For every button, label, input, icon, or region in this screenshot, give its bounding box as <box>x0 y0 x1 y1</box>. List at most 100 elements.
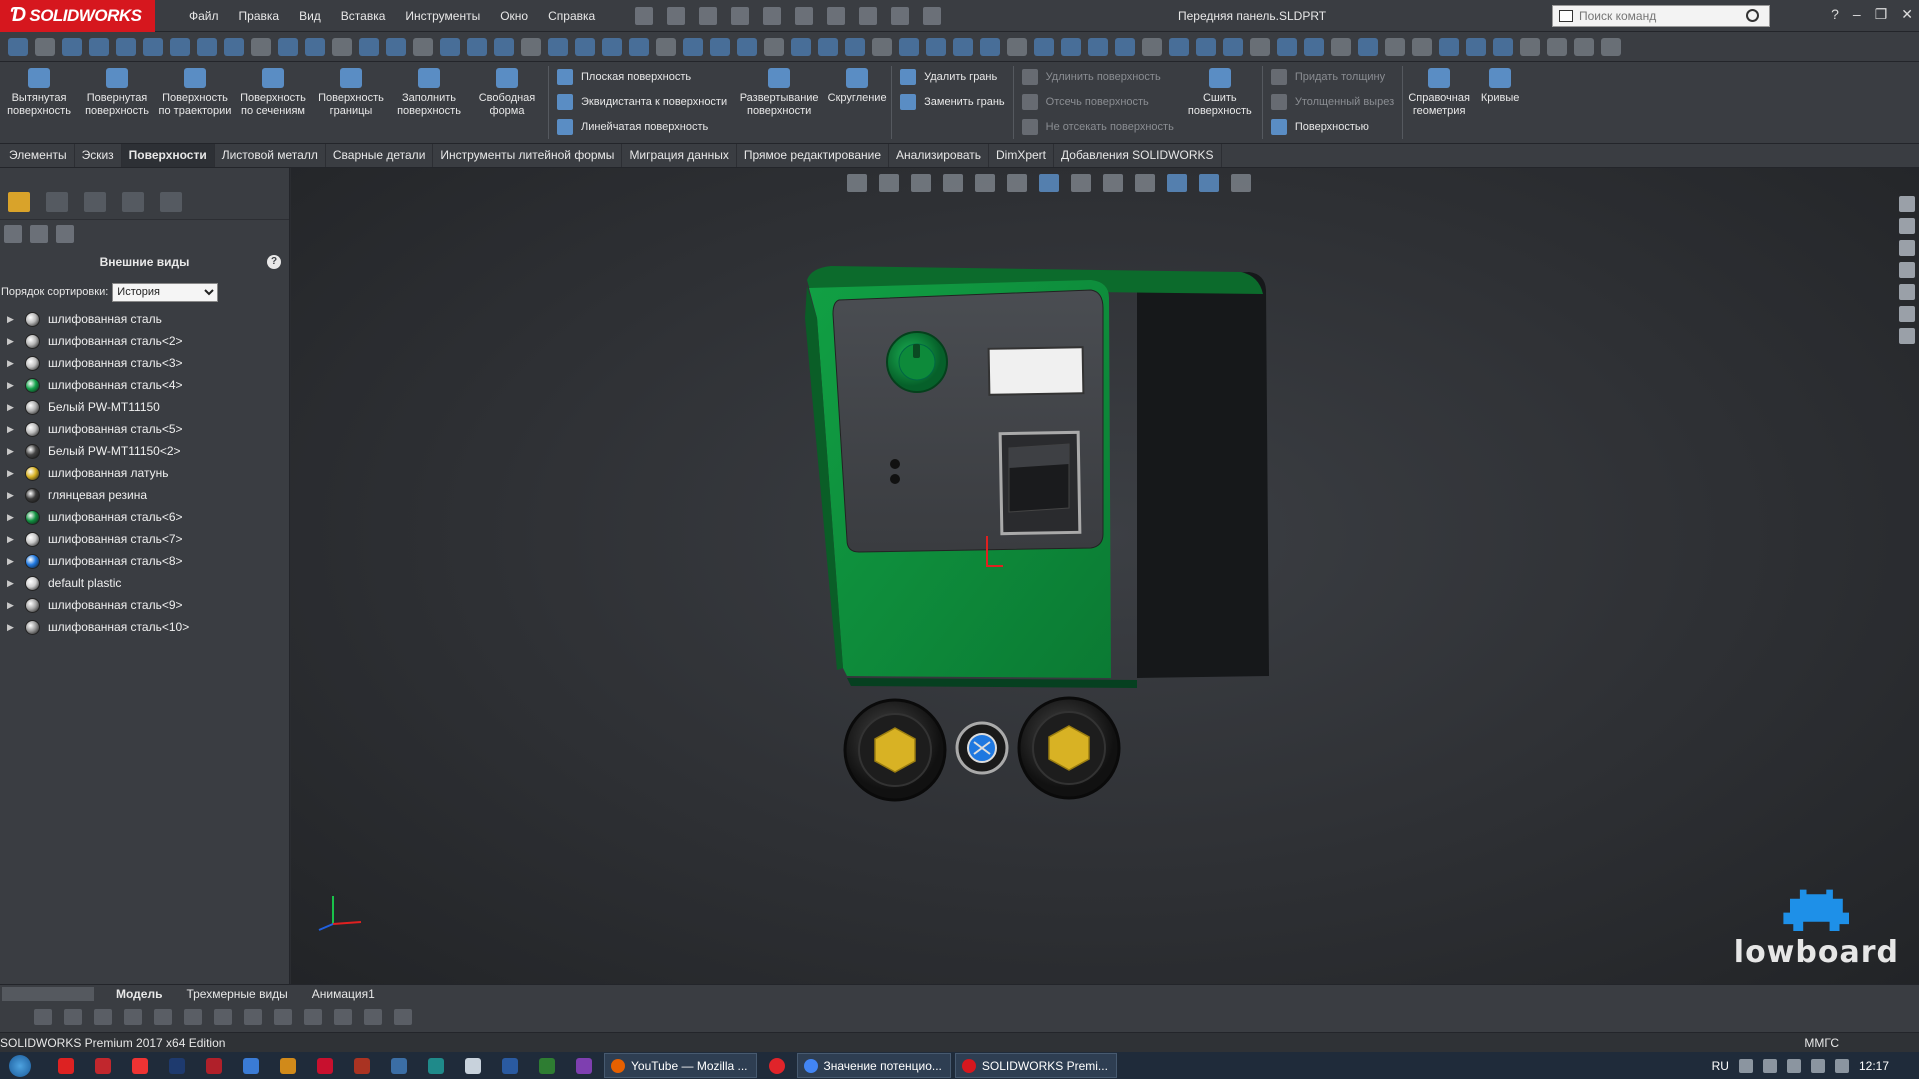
tool-icon[interactable] <box>467 37 487 56</box>
tool-icon[interactable] <box>1142 37 1162 56</box>
swept-surface-button[interactable]: Поверхность по траектории <box>156 62 234 143</box>
tool-icon[interactable] <box>1061 37 1081 56</box>
feature-tree-icon[interactable] <box>46 191 68 212</box>
fillet-button[interactable]: Скругление <box>825 62 889 143</box>
tool-icon[interactable] <box>1196 37 1216 56</box>
decals-icon[interactable] <box>30 225 48 243</box>
flag-icon[interactable] <box>1834 1058 1849 1073</box>
expand-arrow-icon[interactable]: ▶ <box>7 336 15 347</box>
app-icon[interactable] <box>428 1057 444 1074</box>
tool-icon[interactable] <box>89 37 109 56</box>
tool-icon[interactable] <box>62 37 82 56</box>
tab-model[interactable]: Модель <box>104 987 174 1001</box>
close-icon[interactable]: ✕ <box>1901 6 1913 23</box>
tool-icon[interactable] <box>521 37 541 56</box>
tool-icon[interactable] <box>1304 37 1324 56</box>
tool-icon[interactable] <box>143 37 163 56</box>
list-item[interactable]: ▶ шлифованная сталь<3> <box>0 352 289 374</box>
taskbar-task-solidworks[interactable]: SOLIDWORKS Premi... <box>954 1053 1117 1078</box>
units-selector[interactable]: ММГС <box>1804 1036 1839 1050</box>
tab-addins[interactable]: Добавления SOLIDWORKS <box>1054 144 1222 167</box>
tool-icon[interactable] <box>1574 37 1594 56</box>
tool-icon[interactable] <box>332 37 352 56</box>
app-icon[interactable] <box>354 1057 370 1074</box>
planar-surface-button[interactable]: Плоская поверхность <box>557 68 727 86</box>
clock[interactable]: 12:17 <box>1859 1059 1889 1073</box>
tool-icon[interactable] <box>1412 37 1432 56</box>
tab-data-migration[interactable]: Миграция данных <box>622 144 737 167</box>
tool-icon[interactable] <box>683 37 703 56</box>
app-icon[interactable] <box>280 1057 296 1074</box>
filled-surface-button[interactable]: Заполнить поверхность <box>390 62 468 143</box>
minimize-icon[interactable]: – <box>1853 6 1861 23</box>
list-item[interactable]: ▶ шлифованная сталь<10> <box>0 616 289 638</box>
offset-surface-button[interactable]: Эквидистанта к поверхности <box>557 93 727 111</box>
list-item[interactable]: ▶ шлифованная сталь<6> <box>0 506 289 528</box>
tool-icon[interactable] <box>8 37 28 56</box>
tool-icon[interactable] <box>1115 37 1135 56</box>
design-library-icon[interactable] <box>1899 218 1915 234</box>
menu-view[interactable]: Вид <box>289 9 331 23</box>
tool-icon[interactable] <box>274 1009 292 1025</box>
opera-icon[interactable] <box>768 1057 785 1074</box>
tool-icon[interactable] <box>244 1009 262 1025</box>
file-explorer-icon[interactable] <box>1899 240 1915 256</box>
save-icon[interactable] <box>731 6 750 25</box>
tool-icon[interactable] <box>737 37 757 56</box>
menu-window[interactable]: Окно <box>490 9 538 23</box>
expand-arrow-icon[interactable]: ▶ <box>7 534 15 545</box>
tool-icon[interactable] <box>1223 37 1243 56</box>
sort-select[interactable]: История <box>112 282 219 302</box>
list-item[interactable]: ▶ Белый PW-MT11150 <box>0 396 289 418</box>
app-icon[interactable] <box>243 1057 259 1074</box>
app-icon[interactable] <box>58 1057 74 1074</box>
revolved-surface-button[interactable]: Повернутая поверхность <box>78 62 156 143</box>
tool-icon[interactable] <box>575 37 595 56</box>
ruled-surface-button[interactable]: Линейчатая поверхность <box>557 118 727 136</box>
menu-tools[interactable]: Инструменты <box>395 9 490 23</box>
expand-arrow-icon[interactable]: ▶ <box>7 402 15 413</box>
tool-icon[interactable] <box>116 37 136 56</box>
list-item[interactable]: ▶ шлифованная сталь<4> <box>0 374 289 396</box>
tab-weldments[interactable]: Сварные детали <box>326 144 434 167</box>
boundary-surface-button[interactable]: Поверхность границы <box>312 62 390 143</box>
tool-icon[interactable] <box>197 37 217 56</box>
expand-arrow-icon[interactable]: ▶ <box>7 314 15 325</box>
list-item[interactable]: ▶ шлифованная сталь<2> <box>0 330 289 352</box>
untrim-surface-button[interactable]: Не отсекать поверхность <box>1021 118 1174 136</box>
tool-icon[interactable] <box>440 37 460 56</box>
reference-geometry-button[interactable]: Справочная геометрия <box>1405 62 1473 143</box>
tool-icon[interactable] <box>845 37 865 56</box>
expand-arrow-icon[interactable]: ▶ <box>7 490 15 501</box>
list-item[interactable]: ▶ шлифованная сталь<7> <box>0 528 289 550</box>
tab-animation[interactable]: Анимация1 <box>300 987 387 1001</box>
expand-arrow-icon[interactable]: ▶ <box>7 578 15 589</box>
tool-icon[interactable] <box>791 37 811 56</box>
open-icon[interactable] <box>699 6 718 25</box>
view-palette-icon[interactable] <box>1899 262 1915 278</box>
menu-insert[interactable]: Вставка <box>331 9 396 23</box>
tab-evaluate[interactable]: Анализировать <box>889 144 989 167</box>
tool-icon[interactable] <box>124 1009 142 1025</box>
tool-icon[interactable] <box>926 37 946 56</box>
list-item[interactable]: ▶ Белый PW-MT11150<2> <box>0 440 289 462</box>
tool-icon[interactable] <box>214 1009 232 1025</box>
tool-icon[interactable] <box>184 1009 202 1025</box>
forum-icon[interactable] <box>1899 328 1915 344</box>
expand-arrow-icon[interactable]: ▶ <box>7 622 15 633</box>
tab-direct-editing[interactable]: Прямое редактирование <box>737 144 890 167</box>
custom-properties-icon[interactable] <box>1899 306 1915 322</box>
knit-surface-button[interactable]: Сшить поверхность <box>1180 62 1260 143</box>
expand-arrow-icon[interactable]: ▶ <box>7 468 15 479</box>
tool-icon[interactable] <box>34 1009 52 1025</box>
expand-arrow-icon[interactable]: ▶ <box>7 358 15 369</box>
network-icon[interactable] <box>1762 1058 1777 1073</box>
tool-icon[interactable] <box>629 37 649 56</box>
list-item[interactable]: ▶ шлифованная сталь <box>0 308 289 330</box>
configuration-manager-icon[interactable] <box>122 191 144 212</box>
list-item[interactable]: ▶ шлифованная сталь<5> <box>0 418 289 440</box>
help-icon[interactable]: ? <box>267 255 281 269</box>
scene-icon[interactable] <box>56 225 74 243</box>
app-icon[interactable] <box>391 1057 407 1074</box>
new-document-icon[interactable] <box>667 6 686 25</box>
